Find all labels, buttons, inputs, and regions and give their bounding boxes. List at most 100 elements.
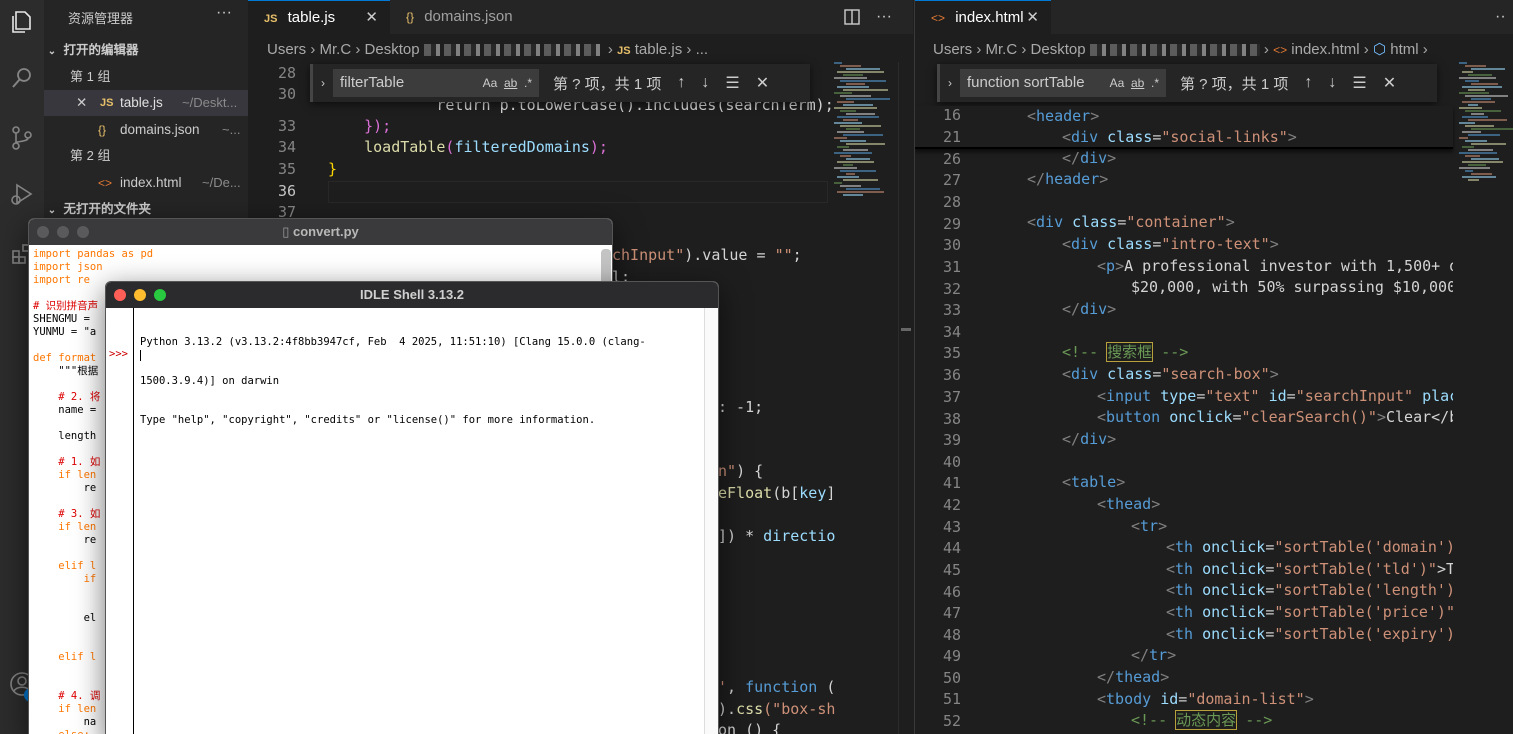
- window-titlebar[interactable]: ▯ convert.py: [29, 219, 612, 245]
- minimap-line: [1471, 158, 1499, 160]
- breadcrumb-item[interactable]: Mr.C: [320, 41, 352, 58]
- code-fragment: on () {: [718, 721, 782, 734]
- code-line: <th onclick="sortTable('tld')">TLD: [1166, 560, 1453, 578]
- minimap-line: [837, 161, 874, 163]
- minimap-line: [1459, 137, 1468, 139]
- breadcrumb-tail[interactable]: html: [1390, 41, 1418, 58]
- code-fragment: : -1;: [718, 398, 764, 416]
- tab-domains-json[interactable]: {} domains.json: [390, 0, 550, 34]
- close-window-button[interactable]: [114, 289, 126, 301]
- breadcrumb-item[interactable]: Users: [267, 41, 306, 58]
- find-in-selection-icon[interactable]: ☰: [1352, 73, 1366, 93]
- tab-bar: JS table.js ✕ {} domains.json ···: [248, 0, 913, 34]
- code-line: <tbody id="domain-list">: [1097, 690, 1314, 708]
- find-input[interactable]: function sortTable Aa ab .*: [960, 69, 1166, 97]
- minimap-line: [843, 134, 883, 136]
- minimap-line: [1462, 71, 1473, 73]
- close-icon[interactable]: ✕: [365, 1, 378, 35]
- open-editor-index-html[interactable]: <> index.html ~/De...: [44, 170, 248, 196]
- minimap-line: [846, 113, 875, 115]
- open-editor-name: domains.json: [120, 122, 200, 137]
- vertical-scrollbar[interactable]: [704, 308, 718, 734]
- find-input[interactable]: filterTable Aa ab .*: [333, 69, 539, 97]
- breadcrumb-item[interactable]: Desktop: [1031, 41, 1086, 58]
- minimap-line: [1462, 176, 1496, 178]
- code-line: <th onclick="sortTable('price')">: [1166, 603, 1453, 621]
- close-icon[interactable]: ✕: [1026, 1, 1039, 35]
- breadcrumb-item[interactable]: Users: [933, 41, 972, 58]
- minimap[interactable]: [1455, 62, 1513, 734]
- minimap-line: [834, 182, 842, 184]
- minimap-line: [1468, 149, 1493, 151]
- code-line: </div>: [1062, 300, 1117, 318]
- arrow-up-icon[interactable]: ↑: [1304, 74, 1312, 92]
- minimap-line: [1471, 128, 1513, 130]
- open-editors-section[interactable]: ⌄ 打开的编辑器: [44, 37, 248, 63]
- split-editor-icon[interactable]: [844, 0, 860, 34]
- window-titlebar[interactable]: IDLE Shell 3.13.2: [106, 282, 718, 308]
- minimap-line: [1462, 86, 1502, 88]
- more-actions-icon[interactable]: ··: [1495, 0, 1506, 34]
- explorer-title: 资源管理器: [68, 11, 134, 26]
- arrow-down-icon[interactable]: ↓: [701, 74, 709, 92]
- toggle-replace-icon[interactable]: ›: [313, 76, 333, 90]
- open-editor-domains-json[interactable]: {} domains.json ~...: [44, 117, 248, 143]
- line-number: 28: [277, 64, 296, 82]
- code-fragment: eFloat(b[key]: [718, 484, 836, 502]
- minimap-line: [840, 170, 876, 172]
- match-case-icon[interactable]: Aa ab .*: [1105, 70, 1159, 96]
- minimap-line: [1459, 107, 1482, 109]
- close-window-button[interactable]: [37, 226, 49, 238]
- minimap-line: [840, 125, 881, 127]
- shell-prompt: >>>: [109, 348, 128, 360]
- minimap-line: [843, 104, 873, 106]
- vertical-scrollbar[interactable]: [898, 62, 912, 734]
- minimap-line: [1459, 77, 1496, 79]
- minimap-line: [1459, 122, 1475, 124]
- breadcrumb-item[interactable]: Desktop: [365, 41, 420, 58]
- tab-label: index.html: [955, 9, 1024, 26]
- minimap-line: [1471, 68, 1505, 70]
- breadcrumb-file[interactable]: table.js: [635, 41, 683, 58]
- whole-word-icon: ab: [503, 76, 518, 90]
- find-in-selection-icon[interactable]: ☰: [725, 73, 739, 93]
- close-icon[interactable]: ✕: [1383, 73, 1396, 93]
- tab-table-js[interactable]: JS table.js ✕: [248, 0, 390, 34]
- close-icon[interactable]: ✕: [76, 90, 87, 116]
- minimap-line: [846, 83, 865, 85]
- tab-index-html[interactable]: <> index.html ✕: [915, 0, 1051, 34]
- breadcrumb-tail[interactable]: ...: [696, 41, 709, 58]
- code-fragment: ).css("box-sh: [718, 700, 836, 718]
- minimap-line: [834, 62, 842, 64]
- zoom-window-button[interactable]: [154, 289, 166, 301]
- window-title: IDLE Shell 3.13.2: [359, 287, 465, 302]
- regex-icon: .*: [523, 76, 532, 90]
- files-icon[interactable]: [0, 0, 44, 44]
- arrow-down-icon[interactable]: ↓: [1328, 74, 1336, 92]
- explorer-more-button[interactable]: ···: [216, 4, 232, 22]
- toggle-replace-icon[interactable]: ›: [940, 76, 960, 90]
- minimize-window-button[interactable]: [57, 226, 69, 238]
- breadcrumb-item[interactable]: Mr.C: [986, 41, 1018, 58]
- arrow-up-icon[interactable]: ↑: [677, 74, 685, 92]
- code-area[interactable]: <header> <div class="social-links"> </di…: [915, 106, 1453, 734]
- minimap[interactable]: [830, 62, 900, 734]
- source-control-icon[interactable]: [0, 116, 44, 160]
- minimize-window-button[interactable]: [134, 289, 146, 301]
- match-case-icon[interactable]: Aa ab .*: [483, 70, 532, 96]
- close-icon[interactable]: ✕: [756, 73, 769, 93]
- open-editor-table-js[interactable]: ✕ JS table.js ~/Deskt...: [44, 90, 248, 116]
- more-actions-icon[interactable]: ···: [876, 0, 892, 34]
- minimap-line: [834, 107, 877, 109]
- search-icon[interactable]: [0, 56, 44, 100]
- minimap-line: [1462, 161, 1503, 163]
- breadcrumb-file[interactable]: index.html: [1291, 41, 1359, 58]
- minimap-line: [1465, 95, 1508, 97]
- breadcrumb: Users › Mr.C › Desktop › <> index.html ›…: [933, 41, 1428, 58]
- cube-icon: ⬡: [1372, 41, 1387, 58]
- run-debug-icon[interactable]: [0, 172, 44, 216]
- minimap-line: [1462, 116, 1488, 118]
- text-cursor: [140, 350, 141, 361]
- html-file-icon: <>: [931, 11, 946, 25]
- zoom-window-button[interactable]: [77, 226, 89, 238]
